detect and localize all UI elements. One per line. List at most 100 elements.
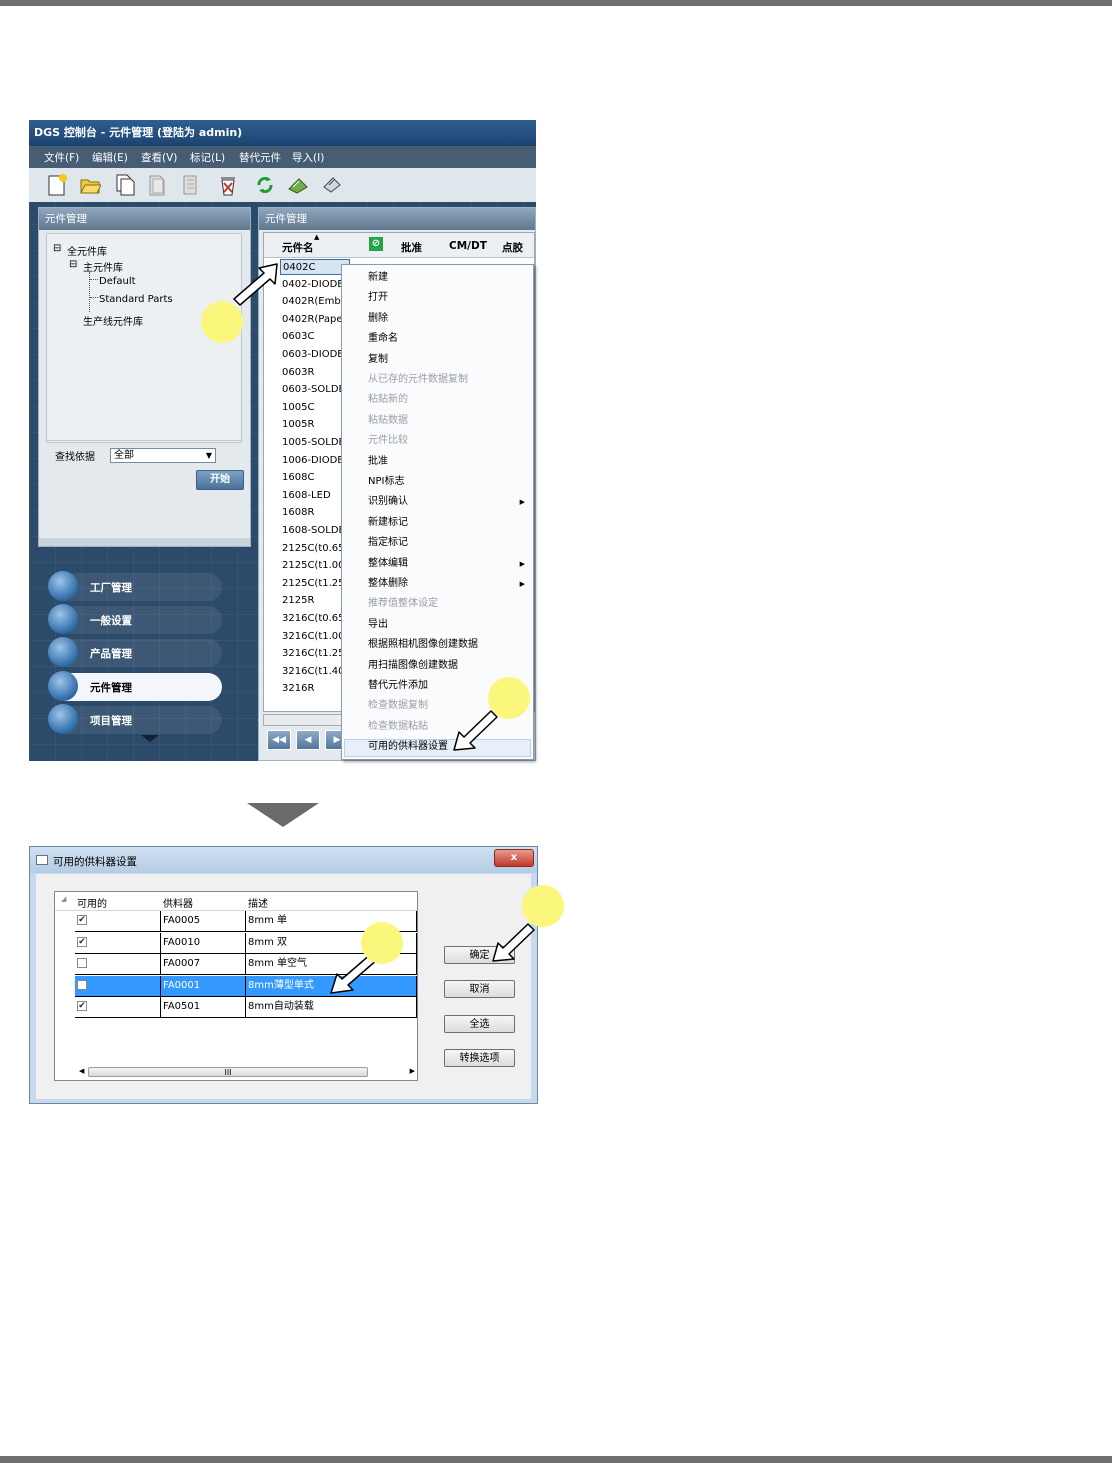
grid-row-component-name[interactable]: 1608-SOLDER <box>280 523 350 539</box>
nav-component-management[interactable]: 元件管理 <box>48 671 222 701</box>
grid-row-component-name[interactable]: 2125R <box>280 593 350 609</box>
col-glue[interactable]: 点胶 <box>502 240 523 255</box>
checkbox-checked[interactable]: ✔ <box>77 1001 87 1012</box>
menu-import[interactable]: 导入(I) <box>292 150 324 165</box>
grid-row-component-name[interactable]: 0402R(Paper) <box>280 312 350 328</box>
col-cm-dt[interactable]: CM/DT <box>449 240 487 252</box>
context-menu-item[interactable]: 新建标记 <box>368 516 408 530</box>
grid-row-component-name[interactable]: 3216C(t1.25) <box>280 646 350 662</box>
grid-row-component-name[interactable]: 1608C <box>280 470 350 486</box>
checkbox-checked[interactable]: ✔ <box>77 936 87 947</box>
start-button[interactable]: 开始 <box>196 470 244 490</box>
first-page-icon[interactable]: ◀◀ <box>267 730 291 750</box>
menu-edit[interactable]: 编辑(E) <box>92 150 128 165</box>
context-menu-item[interactable]: 替代元件添加 <box>368 679 428 693</box>
nav-product-management[interactable]: 产品管理 <box>48 637 222 667</box>
checkbox-checked[interactable]: ✔ <box>77 915 87 925</box>
context-menu-item[interactable]: 可用的供料器设置 <box>368 740 448 754</box>
grid-row-component-name[interactable]: 2125C(t1.25) <box>280 576 350 592</box>
grid-row-component-name[interactable]: 0603-DIODE <box>280 347 350 363</box>
tree-collapse-icon[interactable]: ⊟ <box>69 259 77 270</box>
context-menu-item[interactable]: 根据照相机图像创建数据 <box>368 638 478 652</box>
available-cell[interactable]: ✔ <box>75 911 161 932</box>
doc-gray2-icon[interactable] <box>180 173 202 197</box>
grid-row-component-name[interactable]: 2125C(t1.00) <box>280 558 350 574</box>
menu-mark[interactable]: 标记(L) <box>190 150 225 165</box>
grid-row-component-name[interactable]: 1005-SOLDER <box>280 435 350 451</box>
feeder-list-scrollbar[interactable]: ◀ III ▶ <box>79 1066 415 1078</box>
context-menu-item[interactable]: 打开 <box>368 291 388 305</box>
context-menu-item[interactable]: 重命名 <box>368 332 398 346</box>
context-menu-item[interactable]: NPI标志 <box>368 475 404 489</box>
context-menu-item[interactable]: 批准 <box>368 455 388 469</box>
nav-general-settings[interactable]: 一般设置 <box>48 604 222 634</box>
prev-page-icon[interactable]: ◀ <box>296 730 320 750</box>
context-menu-item[interactable]: 检查数据复制 <box>368 699 428 713</box>
nav-project-management[interactable]: 项目管理 <box>48 704 222 734</box>
context-menu-item[interactable]: 新建 <box>368 271 388 285</box>
context-menu-item[interactable]: 指定标记 <box>368 536 408 550</box>
component-icon[interactable] <box>287 173 309 197</box>
grid-row-component-name[interactable]: 1608-LED <box>280 488 350 504</box>
grid-row-component-name[interactable]: 0402-DIODE <box>280 277 350 293</box>
grid-row-component-name[interactable]: 1006-DIODE <box>280 453 350 469</box>
available-cell[interactable]: ✔ <box>75 932 161 954</box>
menu-file[interactable]: 文件(F) <box>44 150 79 165</box>
context-menu-item[interactable]: 元件比较 <box>368 434 408 448</box>
col-component-name[interactable]: 元件名 <box>282 240 314 255</box>
grid-row-component-name[interactable]: 1608R <box>280 505 350 521</box>
new-file-icon[interactable] <box>46 173 68 197</box>
grid-row-component-name[interactable]: 0603-SOLDER <box>280 382 350 398</box>
context-menu-item[interactable]: 用扫描图像创建数据 <box>368 659 458 673</box>
copy-doc-icon[interactable] <box>114 173 136 197</box>
context-menu-item[interactable]: 从已存的元件数据复制 <box>368 373 468 387</box>
context-menu-item[interactable]: 粘贴新的 <box>368 393 408 407</box>
context-menu-item[interactable]: 整体删除 <box>368 577 408 591</box>
grid-horizontal-scrollbar[interactable] <box>263 714 350 726</box>
select-all-button[interactable]: 全选 <box>444 1015 515 1033</box>
grid-row-component-name[interactable]: 0603C <box>280 329 350 345</box>
context-menu-item[interactable]: 整体编辑 <box>368 557 408 571</box>
feeder-row[interactable]: ✔ FA0501 8mm自动装载 <box>55 997 417 1019</box>
grid-row-component-name[interactable]: 3216C(t1.40) <box>280 664 350 680</box>
cancel-button[interactable]: 取消 <box>444 980 515 998</box>
grid-row-component-name[interactable]: 3216C(t1.00) <box>280 629 350 645</box>
close-button[interactable]: x <box>494 849 534 867</box>
scroll-right-icon[interactable]: ▶ <box>410 1067 415 1075</box>
scroll-thumb[interactable]: III <box>88 1067 368 1077</box>
col-description[interactable]: 描述 <box>248 895 268 910</box>
feeder-row[interactable]: ✔ FA0005 8mm 单 <box>55 911 417 932</box>
nav-factory-management[interactable]: 工厂管理 <box>48 571 222 601</box>
grid-row-component-name[interactable]: 0402C <box>280 259 350 275</box>
available-cell[interactable]: ✔ <box>75 997 161 1019</box>
component-edit-icon[interactable] <box>321 173 343 197</box>
context-menu-item[interactable]: 识别确认 <box>368 495 408 509</box>
context-menu-item[interactable]: 删除 <box>368 312 388 326</box>
menu-view[interactable]: 查看(V) <box>141 150 177 165</box>
doc-gray-icon[interactable] <box>147 173 169 197</box>
available-cell[interactable] <box>75 954 161 976</box>
checkbox-unchecked[interactable] <box>77 958 87 969</box>
context-menu-item[interactable]: 复制 <box>368 353 388 367</box>
tree-collapse-icon[interactable]: ⊟ <box>53 243 61 254</box>
checkbox-unchecked[interactable] <box>77 979 87 990</box>
col-feeder[interactable]: 供料器 <box>163 895 193 910</box>
grid-row-component-name[interactable]: 3216C(t0.65) <box>280 611 350 627</box>
context-menu-item[interactable]: 推荐值整体设定 <box>368 597 438 611</box>
tree-node-standard-parts[interactable]: Standard Parts <box>99 294 173 305</box>
available-cell[interactable] <box>75 975 161 997</box>
col-available[interactable]: 可用的 <box>77 895 107 910</box>
delete-bin-icon[interactable] <box>217 173 239 197</box>
menu-alternate-parts[interactable]: 替代元件 <box>239 150 281 165</box>
tree-node-all-libraries[interactable]: 全元件库 <box>67 243 107 258</box>
context-menu-item[interactable]: 粘贴数据 <box>368 414 408 428</box>
grid-row-component-name[interactable]: 1005C <box>280 400 350 416</box>
grid-row-component-name[interactable]: 1005R <box>280 417 350 433</box>
tree-node-default[interactable]: Default <box>99 276 136 287</box>
context-menu-item[interactable]: 检查数据粘贴 <box>368 720 428 734</box>
col-approve[interactable]: 批准 <box>401 240 422 255</box>
grid-row-component-name[interactable]: 3216R <box>280 681 350 697</box>
tree-node-line-library[interactable]: 生产线元件库 <box>83 313 143 328</box>
grid-row-component-name[interactable]: 0402R(Emboss) <box>280 294 350 310</box>
grid-row-component-name[interactable]: 0603R <box>280 365 350 381</box>
